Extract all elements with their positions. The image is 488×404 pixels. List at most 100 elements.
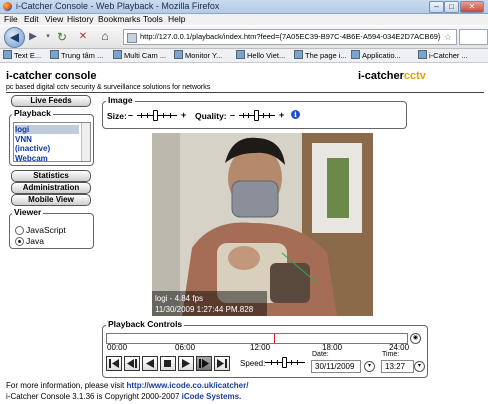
playback-legend: Playback [12, 108, 53, 118]
bookmark-icon [50, 50, 59, 59]
list-item[interactable]: (inactive) [15, 144, 50, 153]
quality-label: Quality: [195, 111, 227, 121]
feed-list[interactable]: logi VNN (inactive) Webcam [13, 122, 91, 162]
speed-label: Speed: [240, 359, 266, 368]
firefox-icon [3, 2, 12, 11]
java-label: Java [26, 236, 44, 246]
camera-overlay-timestamp: 11/30/2009 1:27:44 PM.828 [155, 305, 254, 314]
bookmark-item[interactable]: The page i... [294, 50, 347, 61]
step-forward-button[interactable] [196, 356, 212, 371]
time-field[interactable]: 13:27 [381, 360, 414, 373]
camera-feed-image: logi - 4.84 fps 11/30/2009 1:27:44 PM.82… [152, 133, 373, 316]
logo-accent: cctv [403, 70, 426, 82]
window-title: i-Catcher Console - Web Playback - Mozil… [16, 1, 220, 11]
bookmark-item[interactable]: Applicatio... [351, 50, 401, 61]
bookmark-icon [418, 50, 427, 59]
footer-copyright: i-Catcher Console 3.1.36 is Copyright 20… [6, 392, 242, 401]
administration-button[interactable]: Administration [11, 182, 91, 194]
viewer-legend: Viewer [12, 207, 44, 217]
menu-file[interactable]: File [4, 14, 18, 24]
size-minus[interactable]: – [128, 110, 133, 120]
java-radio[interactable] [15, 237, 24, 246]
menu-tools[interactable]: Tools [143, 14, 163, 24]
speed-slider[interactable] [265, 356, 305, 368]
bookmark-item[interactable]: Trung tâm ... [50, 50, 103, 61]
size-slider[interactable] [137, 109, 177, 121]
date-label: Date: [312, 351, 329, 358]
quality-slider[interactable] [239, 109, 275, 121]
time-tick: 00:00 [107, 343, 128, 352]
javascript-label: JavaScript [26, 225, 66, 235]
bookmark-item[interactable]: i-Catcher ... [418, 50, 468, 61]
bookmark-item[interactable]: Hello Viet... [236, 50, 285, 61]
footer-info: For more information, please visit http:… [6, 381, 249, 390]
reload-icon[interactable]: ↻ [55, 30, 69, 44]
time-picker-icon[interactable]: ▾ [414, 361, 425, 372]
close-button[interactable]: ✕ [460, 1, 484, 13]
timeline-position-marker[interactable] [274, 334, 275, 343]
history-dropdown-icon[interactable]: ▾ [41, 30, 55, 44]
size-label: Size: [107, 111, 127, 121]
skip-end-button[interactable] [214, 356, 230, 371]
header-divider [6, 92, 484, 93]
bookmark-icon [174, 50, 183, 59]
playback-controls-legend: Playback Controls [106, 319, 185, 329]
quality-plus[interactable]: + [279, 110, 284, 120]
bookmark-item[interactable]: Text E... [3, 50, 41, 61]
timeline-zoom-icon[interactable]: ◉ [410, 333, 421, 344]
url-text: http://127.0.0.1/playback/index.htm?feed… [140, 32, 441, 41]
back-arrow-icon[interactable]: ◀ [4, 27, 25, 48]
stop-icon[interactable]: ✕ [76, 30, 90, 44]
list-item[interactable]: VNN [15, 135, 32, 144]
bookmark-item[interactable]: Multi Cam ... [113, 50, 166, 61]
list-item[interactable]: logi [15, 125, 79, 134]
minimize-button[interactable]: – [429, 1, 444, 13]
camera-overlay-fps: logi - 4.84 fps [155, 294, 203, 303]
date-picker-icon[interactable]: ▾ [364, 361, 375, 372]
javascript-radio[interactable] [15, 226, 24, 235]
bookmark-icon [113, 50, 122, 59]
bookmarks-bar: Text E... Trung tâm ... Multi Cam ... Mo… [0, 49, 488, 63]
quality-minus[interactable]: – [230, 110, 235, 120]
stop-button[interactable] [160, 356, 176, 371]
maximize-button[interactable]: □ [444, 1, 459, 13]
menu-edit[interactable]: Edit [24, 14, 39, 24]
size-plus[interactable]: + [181, 110, 186, 120]
skip-start-button[interactable] [106, 356, 122, 371]
quality-slider-knob[interactable] [254, 110, 259, 121]
info-icon[interactable]: i [291, 110, 300, 119]
menu-view[interactable]: View [45, 14, 63, 24]
size-slider-knob[interactable] [153, 110, 158, 121]
list-scrollbar[interactable] [81, 123, 90, 161]
bookmark-item[interactable]: Monitor Y... [174, 50, 222, 61]
speed-slider-knob[interactable] [282, 357, 287, 368]
icode-systems-link[interactable]: iCode Systems. [182, 392, 242, 401]
home-icon[interactable]: ⌂ [98, 29, 112, 43]
image-legend: Image [106, 95, 135, 105]
logo-text: i-catcher [358, 70, 404, 82]
live-feeds-button[interactable]: Live Feeds [11, 95, 91, 107]
menu-bar: File Edit View History Bookmarks Tools H… [0, 14, 488, 25]
statistics-button[interactable]: Statistics [11, 170, 91, 182]
date-field[interactable]: 30/11/2009 [311, 360, 361, 373]
bookmark-icon [236, 50, 245, 59]
bookmark-star-icon[interactable]: ☆ [444, 30, 452, 44]
time-tick: 12:00 [250, 343, 271, 352]
camera-scene: logi - 4.84 fps 11/30/2009 1:27:44 PM.82… [152, 133, 373, 316]
forward-arrow-icon[interactable]: ▶ [26, 30, 40, 44]
page-icon [127, 33, 137, 43]
menu-help[interactable]: Help [168, 14, 185, 24]
play-reverse-button[interactable] [142, 356, 158, 371]
step-back-button[interactable] [124, 356, 140, 371]
mobile-view-button[interactable]: Mobile View [11, 194, 91, 206]
address-bar[interactable]: http://127.0.0.1/playback/index.htm?feed… [123, 29, 457, 45]
bookmark-icon [294, 50, 303, 59]
list-item[interactable]: Webcam [15, 154, 48, 161]
icode-website-link[interactable]: http://www.icode.co.uk/icatcher/ [127, 381, 249, 390]
menu-bookmarks[interactable]: Bookmarks [98, 14, 141, 24]
play-button[interactable] [178, 356, 194, 371]
bookmark-icon [351, 50, 360, 59]
page-title: i-catcher console [6, 70, 97, 82]
menu-history[interactable]: History [67, 14, 93, 24]
search-box[interactable] [459, 29, 488, 45]
